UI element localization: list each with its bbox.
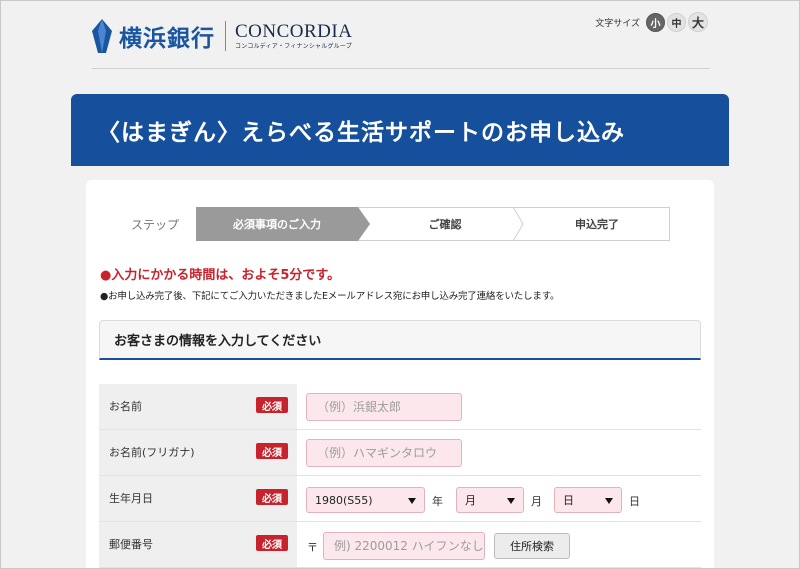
row-label-cell: 生年月日 必須 xyxy=(99,476,297,521)
group-name: CONCORDIA xyxy=(235,21,353,42)
page-banner: 〈はまぎん〉えらべる生活サポートのお申し込み xyxy=(71,94,729,166)
name-label: お名前 xyxy=(109,400,142,413)
font-size-large-button[interactable]: 大 xyxy=(688,12,708,32)
step-indicator-label: ステップ xyxy=(130,217,179,232)
birth-day-select[interactable]: 日 xyxy=(554,487,622,513)
bank-name: 横浜銀行 xyxy=(119,26,215,52)
row-label-cell: 郵便番号 必須 xyxy=(99,522,297,567)
form-row-name: お名前 必須 xyxy=(99,384,701,430)
customer-info-section-header: お客さまの情報を入力してください xyxy=(99,320,701,360)
section-title: お客さまの情報を入力してください xyxy=(114,334,322,349)
time-notice: ●入力にかかる時間は、およそ5分です。 xyxy=(100,268,341,283)
chevron-down-icon xyxy=(605,498,613,504)
form-row-kana: お名前(フリガナ) 必須 xyxy=(99,430,701,476)
birth-year-select[interactable]: 1980(S55) xyxy=(306,487,425,513)
email-notice: ●お申し込み完了後、下記にてご入力いただきましたEメールアドレス宛にお申し込み完… xyxy=(100,291,560,302)
required-badge: 必須 xyxy=(256,489,288,505)
birth-month-value: 月 xyxy=(465,494,476,507)
name-input[interactable] xyxy=(306,393,462,421)
address-search-button[interactable]: 住所検索 xyxy=(494,533,570,559)
kana-input[interactable] xyxy=(306,439,462,467)
page-title: 〈はまぎん〉えらべる生活サポートのお申し込み xyxy=(97,120,625,146)
chevron-down-icon xyxy=(507,498,515,504)
step-indicator: ステップ 必須事項のご入力 ご確認 申込完了 xyxy=(114,207,670,241)
font-size-label: 文字サイズ xyxy=(595,18,640,29)
step-3-complete: 申込完了 xyxy=(575,218,619,231)
month-unit: 月 xyxy=(531,495,542,508)
step-active-arrow xyxy=(358,207,370,241)
row-label-cell: お名前(フリガナ) 必須 xyxy=(99,430,297,475)
birth-year-value: 1980(S55) xyxy=(315,493,373,507)
font-size-switcher: 文字サイズ 小 中 大 xyxy=(595,12,708,32)
form-row-birthdate: 生年月日 必須 1980(S55) 年 月 月 日 日 xyxy=(99,476,701,522)
header-divider xyxy=(92,68,710,69)
birth-day-value: 日 xyxy=(563,494,574,507)
year-unit: 年 xyxy=(432,495,443,508)
step-2-confirm: ご確認 xyxy=(428,218,462,231)
group-logo: CONCORDIA コンコルディア・フィナンシャルグループ xyxy=(235,22,352,50)
font-size-medium-button[interactable]: 中 xyxy=(667,12,686,32)
required-badge: 必須 xyxy=(256,535,288,551)
day-unit: 日 xyxy=(629,495,640,508)
postal-code-input[interactable] xyxy=(323,532,485,560)
bank-logo-mark-icon xyxy=(92,19,112,53)
postal-code-label: 郵便番号 xyxy=(109,538,153,551)
chevron-down-icon xyxy=(408,498,416,504)
step-1-input: 必須事項のご入力 xyxy=(233,218,321,231)
form-row-postal-code: 郵便番号 必須 〒 住所検索 xyxy=(99,522,701,568)
step-separator-arrow xyxy=(512,207,524,241)
required-badge: 必須 xyxy=(256,443,288,459)
font-size-small-button[interactable]: 小 xyxy=(646,12,665,32)
bank-logo[interactable]: 横浜銀行 CONCORDIA コンコルディア・フィナンシャルグループ xyxy=(92,18,352,54)
birthdate-label: 生年月日 xyxy=(109,492,153,505)
required-badge: 必須 xyxy=(256,397,288,413)
kana-label: お名前(フリガナ) xyxy=(109,446,195,459)
birth-month-select[interactable]: 月 xyxy=(456,487,524,513)
group-subtitle: コンコルディア・フィナンシャルグループ xyxy=(235,43,352,50)
row-label-cell: お名前 必須 xyxy=(99,384,297,429)
postal-mark: 〒 xyxy=(307,541,318,554)
logo-divider xyxy=(225,21,226,51)
